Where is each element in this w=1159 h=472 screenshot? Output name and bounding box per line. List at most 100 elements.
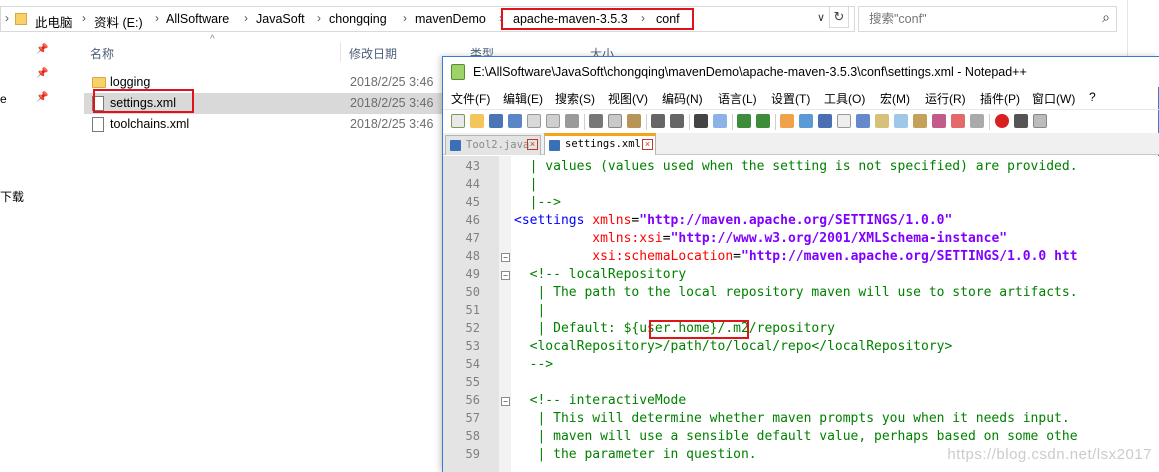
search-input[interactable]	[869, 8, 1089, 30]
menu-run[interactable]: 运行(R)	[925, 90, 966, 107]
code-line[interactable]: | This will determine whether maven prom…	[514, 411, 1069, 426]
code-token: | the parameter in question.	[514, 447, 757, 462]
save-all-icon[interactable]	[508, 114, 522, 128]
folder-as-workspace-icon[interactable]	[913, 114, 927, 128]
indent-guide-icon[interactable]	[856, 114, 870, 128]
window-title-bar[interactable]: E:\AllSoftware\JavaSoft\chongqing\mavenD…	[443, 57, 1159, 87]
chevron-right-icon[interactable]: ›	[403, 11, 407, 25]
copy-icon[interactable]	[608, 114, 622, 128]
code-line[interactable]: |	[514, 177, 538, 192]
code-line[interactable]: | The path to the local repository maven…	[514, 285, 1077, 300]
fold-collapse-icon[interactable]: −	[501, 253, 510, 262]
close-all-icon[interactable]	[546, 114, 560, 128]
code-line[interactable]: -->	[514, 357, 554, 372]
menu-file[interactable]: 文件(F)	[451, 90, 490, 107]
code-line[interactable]: <localRepository>/path/to/local/repo</lo…	[514, 339, 953, 354]
code-line[interactable]: xmlns:xsi="http://www.w3.org/2001/XMLSch…	[514, 231, 1007, 246]
tab-tool2-java[interactable]: Tool2.java ×	[445, 135, 541, 155]
breadcrumb-chongqing[interactable]: chongqing	[329, 12, 387, 26]
menu-plugins[interactable]: 插件(P)	[980, 90, 1020, 107]
menu-help[interactable]: ?	[1089, 90, 1096, 104]
chevron-right-icon[interactable]: ›	[244, 11, 248, 25]
find-icon[interactable]	[694, 114, 708, 128]
undo-icon[interactable]	[651, 114, 665, 128]
code-line[interactable]: | the parameter in question.	[514, 447, 757, 462]
zoom-out-icon[interactable]	[756, 114, 770, 128]
address-bar[interactable]: › 此电脑 › 资料 (E:) › AllSoftware › JavaSoft…	[0, 6, 855, 32]
fold-collapse-icon[interactable]: −	[501, 271, 510, 280]
sync-horizontal-icon[interactable]	[799, 114, 813, 128]
menu-view[interactable]: 视图(V)	[608, 90, 648, 107]
doc-map-icon[interactable]	[875, 114, 889, 128]
column-header-name[interactable]: 名称	[90, 45, 114, 62]
function-list-icon[interactable]	[894, 114, 908, 128]
redo-icon[interactable]	[670, 114, 684, 128]
code-line[interactable]: | maven will use a sensible default valu…	[514, 429, 1077, 444]
show-all-chars-icon[interactable]	[837, 114, 851, 128]
file-row[interactable]: toolchains.xml 2018/2/25 3:46	[84, 114, 444, 135]
save-icon[interactable]	[489, 114, 503, 128]
chevron-right-icon[interactable]: ›	[155, 11, 159, 25]
email-icon[interactable]	[951, 114, 965, 128]
chevron-right-icon[interactable]: ›	[82, 11, 86, 25]
code-line[interactable]: | values (values used when the setting i…	[514, 159, 1078, 174]
playback-macro-icon[interactable]	[1033, 114, 1047, 128]
notepadpp-app-icon[interactable]	[451, 64, 465, 80]
menu-macro[interactable]: 宏(M)	[880, 90, 910, 107]
column-header-date[interactable]: 修改日期	[349, 45, 397, 62]
view-icon[interactable]	[970, 114, 984, 128]
pin-icon[interactable]: 📌	[36, 92, 48, 103]
line-number: 57	[465, 411, 480, 425]
pin-icon[interactable]: 📌	[36, 44, 48, 55]
monitoring-icon[interactable]	[932, 114, 946, 128]
open-file-icon[interactable]	[470, 114, 484, 128]
paste-icon[interactable]	[627, 114, 641, 128]
code-line[interactable]: |	[514, 303, 545, 318]
menu-search[interactable]: 搜索(S)	[555, 90, 595, 107]
close-icon[interactable]: ×	[527, 139, 538, 150]
chevron-down-icon[interactable]: ∨	[817, 11, 825, 24]
file-date: 2018/2/25 3:46	[350, 75, 434, 89]
chevron-right-icon[interactable]: ›	[317, 11, 321, 25]
code-line[interactable]: <!-- localRepository	[514, 267, 687, 282]
tab-settings-xml[interactable]: settings.xml ×	[544, 133, 656, 155]
nav-item-downloads[interactable]: 下载	[0, 188, 24, 205]
search-icon[interactable]: ⌕	[1102, 9, 1110, 26]
annotation-highlight-box	[501, 8, 694, 30]
new-file-icon[interactable]	[451, 114, 465, 128]
zoom-in-icon[interactable]	[737, 114, 751, 128]
refresh-icon[interactable]: ↻	[829, 6, 849, 28]
print-icon[interactable]	[565, 114, 579, 128]
breadcrumb-drive-e[interactable]: 资料 (E:)	[94, 12, 143, 31]
fold-collapse-icon[interactable]: −	[501, 397, 510, 406]
close-icon[interactable]: ×	[642, 139, 653, 150]
code-line[interactable]: <!-- interactiveMode	[514, 393, 687, 408]
close-file-icon[interactable]	[527, 114, 541, 128]
breadcrumb-mavendemo[interactable]: mavenDemo	[415, 12, 486, 26]
pin-icon[interactable]: 📌	[36, 68, 48, 79]
sync-vertical-icon[interactable]	[780, 114, 794, 128]
breadcrumb-javasoft[interactable]: JavaSoft	[256, 12, 305, 26]
cut-icon[interactable]	[589, 114, 603, 128]
word-wrap-icon[interactable]	[818, 114, 832, 128]
code-line[interactable]: xsi:schemaLocation="http://maven.apache.…	[514, 249, 1077, 264]
replace-icon[interactable]	[713, 114, 727, 128]
menu-tools[interactable]: 工具(O)	[824, 90, 865, 107]
menu-settings[interactable]: 设置(T)	[771, 90, 810, 107]
code-line[interactable]: <settings xmlns="http://maven.apache.org…	[514, 213, 952, 228]
menu-edit[interactable]: 编辑(E)	[503, 90, 543, 107]
search-box[interactable]: ⌕	[858, 6, 1117, 32]
record-macro-icon[interactable]	[995, 114, 1009, 128]
fold-margin[interactable]: − − −	[499, 156, 511, 472]
code-line[interactable]: |-->	[514, 195, 561, 210]
breadcrumb-this-pc[interactable]: 此电脑	[35, 12, 73, 31]
menu-language[interactable]: 语言(L)	[718, 90, 757, 107]
menu-window[interactable]: 窗口(W)	[1032, 90, 1075, 107]
breadcrumb-allsoftware[interactable]: AllSoftware	[166, 12, 229, 26]
stop-macro-icon[interactable]	[1014, 114, 1028, 128]
nav-item-partial[interactable]: e	[0, 92, 7, 106]
menu-encoding[interactable]: 编码(N)	[662, 90, 703, 107]
code-editor[interactable]: 43 44 45 46 47 48 49 50 51 52 53 54 55 56 57 58 59 − − − |…	[443, 156, 1159, 472]
code-token: | values (values used when the setting i…	[514, 159, 1078, 174]
column-divider[interactable]	[340, 42, 341, 62]
